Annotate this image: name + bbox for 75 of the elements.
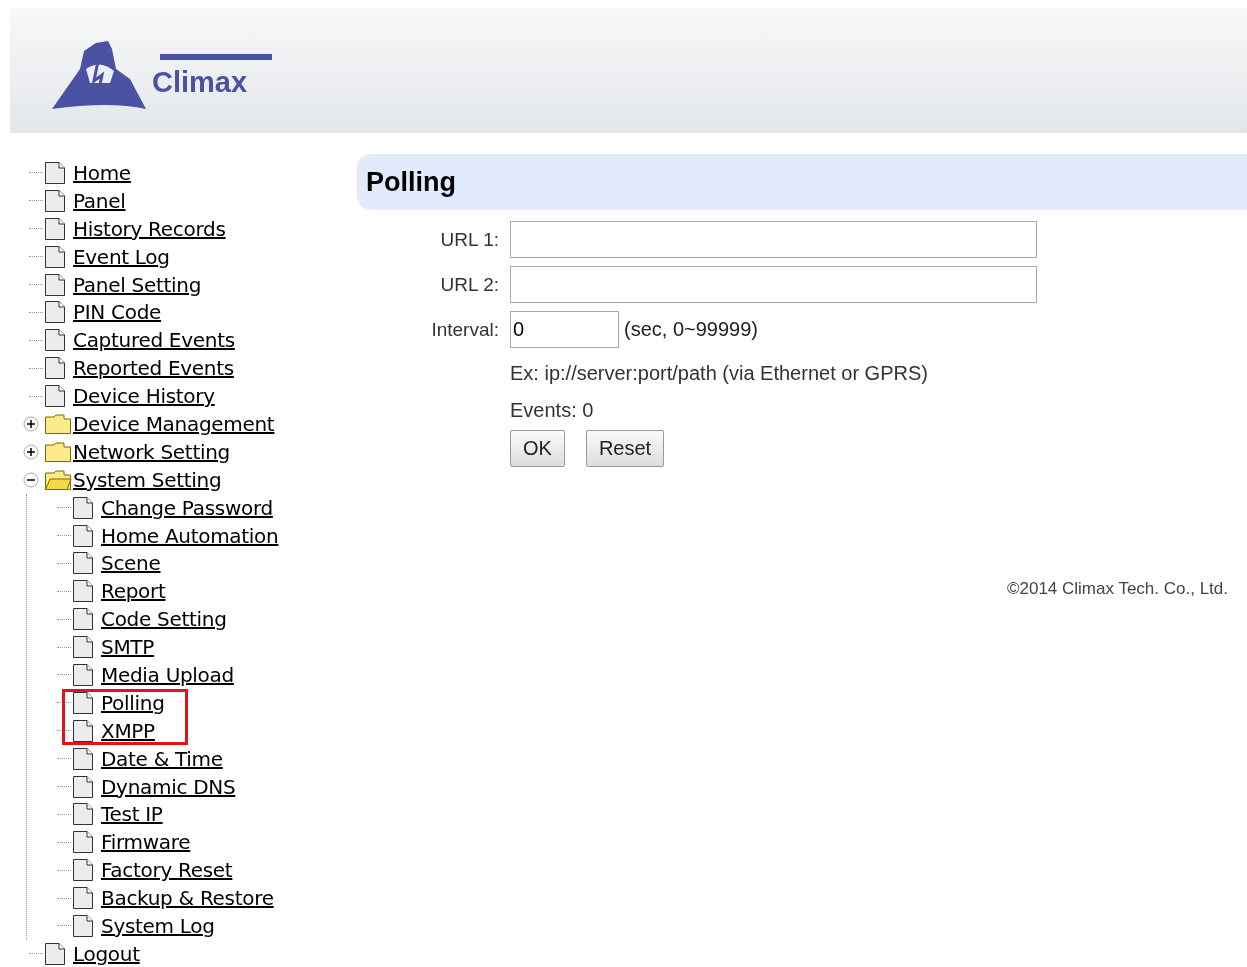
page-icon	[72, 662, 94, 687]
nav-link[interactable]: Device Management	[73, 411, 275, 436]
nav-link[interactable]: Test IP	[101, 802, 163, 827]
nav-link[interactable]: XMPP	[101, 718, 155, 743]
collapse-icon[interactable]	[23, 471, 39, 488]
page-icon	[72, 551, 94, 576]
field-label: Interval:	[430, 318, 499, 341]
field-label: URL 1:	[439, 228, 499, 251]
nav-link[interactable]: Panel	[73, 188, 126, 213]
page-icon	[72, 523, 94, 548]
expand-icon[interactable]	[23, 443, 39, 460]
nav-link[interactable]: Code Setting	[101, 607, 227, 632]
nav-link[interactable]: Captured Events	[73, 328, 235, 353]
nav-link[interactable]: Media Upload	[101, 662, 234, 687]
nav-link[interactable]: Network Setting	[73, 439, 230, 464]
input-field[interactable]	[510, 266, 1037, 303]
nav-link[interactable]: Report	[101, 579, 166, 604]
nav-link[interactable]: Polling	[101, 690, 165, 715]
nav-link[interactable]: Device History	[73, 384, 215, 409]
page-icon	[44, 272, 66, 297]
nav-link[interactable]: Firmware	[101, 830, 191, 855]
page-icon	[72, 495, 94, 520]
page-icon	[72, 886, 94, 911]
page-icon	[44, 328, 66, 353]
nav-link[interactable]: Reported Events	[73, 356, 234, 381]
page-icon	[44, 384, 66, 409]
copyright-text: ©2014 Climax Tech. Co., Ltd.	[1005, 579, 1228, 599]
nav-link[interactable]: Dynamic DNS	[101, 774, 236, 799]
reset-button[interactable]: Reset	[585, 430, 665, 467]
field-label: URL 2:	[439, 273, 499, 296]
nav-link[interactable]: Home	[73, 160, 131, 185]
nav-link[interactable]: System Log	[101, 914, 215, 938]
page-icon	[44, 188, 66, 213]
events-count: Events: 0	[510, 399, 595, 422]
page-icon	[72, 914, 94, 938]
page-icon	[72, 774, 94, 799]
nav-link[interactable]: SMTP	[101, 635, 155, 660]
page-icon	[44, 216, 66, 241]
unit-text: (sec, 0~99999)	[624, 318, 758, 341]
page-icon	[44, 941, 66, 966]
nav-link[interactable]: Home Automation	[101, 523, 279, 548]
page-icon	[72, 607, 94, 632]
hint-text: Ex: ip://server:port/path (via Ethernet or GPRS)	[510, 362, 929, 385]
page-icon	[44, 244, 66, 269]
open-folder-icon	[44, 468, 72, 491]
page-icon	[44, 160, 66, 185]
page-icon	[72, 802, 94, 827]
folder-icon	[44, 412, 72, 435]
nav-link[interactable]: Factory Reset	[101, 858, 233, 883]
nav-link[interactable]: Logout	[73, 941, 140, 966]
page-icon	[72, 858, 94, 883]
page-icon	[72, 746, 94, 771]
nav-link[interactable]: Event Log	[73, 244, 170, 269]
page-icon	[44, 300, 66, 325]
nav-link[interactable]: Scene	[101, 551, 161, 576]
folder-icon	[44, 440, 72, 463]
nav-link[interactable]: Backup & Restore	[101, 886, 274, 911]
nav-link[interactable]: Panel Setting	[73, 272, 202, 297]
page-icon	[72, 579, 94, 604]
input-field[interactable]	[510, 221, 1037, 258]
page-icon	[44, 356, 66, 381]
nav-link[interactable]: PIN Code	[73, 300, 162, 325]
nav-link[interactable]: Date & Time	[101, 746, 223, 771]
nav-link[interactable]: System Setting	[73, 467, 222, 492]
page-icon	[72, 690, 94, 715]
expand-icon[interactable]	[23, 415, 39, 432]
nav-link[interactable]: History Records	[73, 216, 226, 241]
page-icon	[72, 635, 94, 660]
nav-link[interactable]: Change Password	[101, 495, 273, 520]
logo-text: Climax	[152, 66, 248, 99]
ok-button[interactable]: OK	[510, 430, 565, 467]
page-title: Polling	[357, 154, 1247, 210]
page-icon	[72, 718, 94, 743]
page-icon	[72, 830, 94, 855]
input-field[interactable]: 0	[510, 311, 619, 348]
